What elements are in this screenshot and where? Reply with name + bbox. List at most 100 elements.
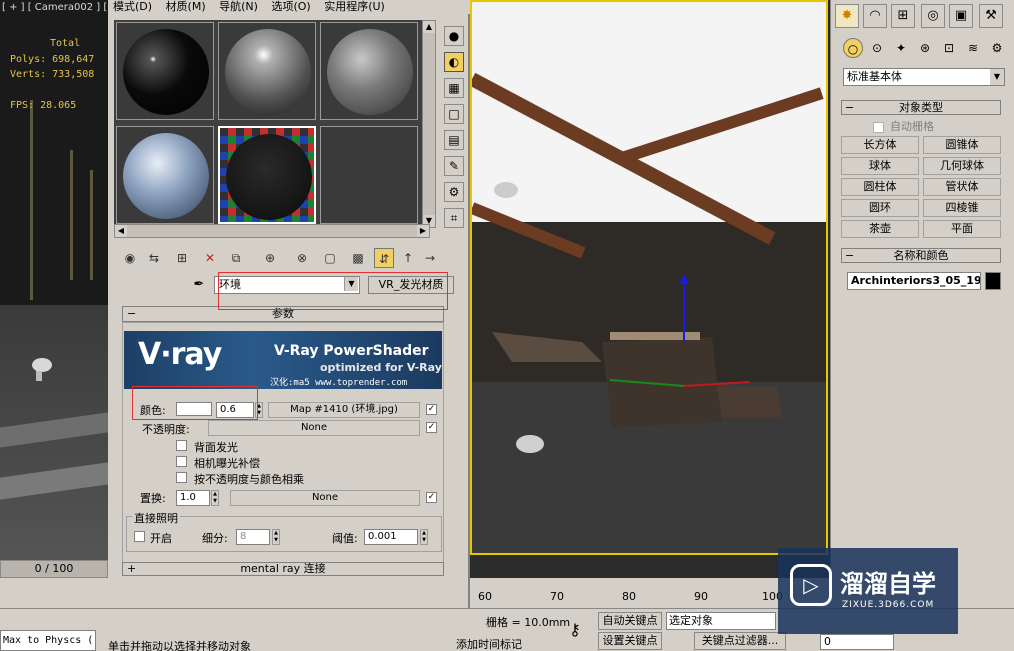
video-color-check-icon[interactable]: ▤ bbox=[444, 130, 464, 150]
box-button[interactable]: 长方体 bbox=[841, 136, 919, 154]
helpers-icon[interactable]: ⊡ bbox=[939, 38, 959, 58]
assign-to-selection-icon[interactable]: ⊞ bbox=[172, 248, 192, 268]
current-frame-field[interactable]: 0 bbox=[820, 634, 894, 650]
track-bar[interactable] bbox=[0, 578, 108, 608]
sphere-button[interactable]: 球体 bbox=[841, 157, 919, 175]
direct-on-checkbox[interactable] bbox=[134, 531, 145, 542]
shapes-icon[interactable]: ⊙ bbox=[867, 38, 887, 58]
put-to-library-icon[interactable]: ⊗ bbox=[292, 248, 312, 268]
create-tab-icon[interactable]: ✸ bbox=[835, 4, 859, 28]
displace-map-checkbox[interactable]: ✓ bbox=[426, 492, 437, 503]
material-slot-selected[interactable] bbox=[218, 126, 316, 224]
vray-subtitle: optimized for V-Ray bbox=[320, 361, 442, 374]
display-tab-icon[interactable]: ▣ bbox=[949, 4, 973, 28]
systems-icon[interactable]: ⚙ bbox=[987, 38, 1007, 58]
material-slot[interactable] bbox=[116, 22, 214, 120]
opacity-map-button[interactable]: None bbox=[208, 420, 420, 436]
selection-dropdown[interactable]: 选定对象 bbox=[666, 612, 776, 630]
tube-button[interactable]: 管状体 bbox=[923, 178, 1001, 196]
key-filters-button[interactable]: 关键点过滤器... bbox=[694, 632, 786, 650]
sample-type-icon[interactable]: ● bbox=[444, 26, 464, 46]
color-map-checkbox[interactable]: ✓ bbox=[426, 404, 437, 415]
exposure-checkbox[interactable] bbox=[176, 456, 187, 467]
time-slider[interactable]: 0 / 100 bbox=[0, 560, 108, 578]
displace-spinner[interactable]: ▲ ▼ bbox=[211, 490, 219, 506]
make-unique-icon[interactable]: ⊕ bbox=[260, 248, 280, 268]
space-warps-icon[interactable]: ≋ bbox=[963, 38, 983, 58]
background-checker-icon[interactable]: ▦ bbox=[444, 78, 464, 98]
put-to-scene-icon[interactable]: ⇆ bbox=[144, 248, 164, 268]
menu-mode[interactable]: 模式(D) bbox=[108, 0, 157, 14]
grid-info: 栅格 = 10.0mm bbox=[486, 616, 571, 629]
backlight-icon[interactable]: ◐ bbox=[444, 52, 464, 72]
object-name-field[interactable]: Archinteriors3_05_19: bbox=[847, 272, 981, 290]
mental-ray-rollout[interactable]: + mental ray 连接 bbox=[122, 562, 444, 576]
menu-options[interactable]: 选项(O) bbox=[266, 0, 315, 14]
sample-uv-tiling-icon[interactable]: □ bbox=[444, 104, 464, 124]
viewport-label[interactable]: [ + ] [ Camera002 ] [ bbox=[2, 2, 107, 13]
object-type-rollout[interactable]: − 对象类型 bbox=[841, 100, 1001, 115]
scroll-left-icon[interactable]: ◀ bbox=[115, 225, 127, 237]
menu-navigation[interactable]: 导航(N) bbox=[214, 0, 263, 14]
material-slot[interactable] bbox=[218, 22, 316, 120]
go-to-parent-icon[interactable]: ↑ bbox=[398, 248, 418, 268]
cameras-icon[interactable]: ⊛ bbox=[915, 38, 935, 58]
viewport-camera[interactable] bbox=[470, 0, 828, 555]
get-material-icon[interactable]: ◉ bbox=[120, 248, 140, 268]
menu-utilities[interactable]: 实用程序(U) bbox=[319, 0, 390, 14]
teapot-button[interactable]: 茶壶 bbox=[841, 220, 919, 238]
material-slot[interactable] bbox=[320, 22, 418, 120]
utilities-tab-icon[interactable]: ⚒ bbox=[979, 4, 1003, 28]
make-preview-icon[interactable]: ✎ bbox=[444, 156, 464, 176]
go-forward-sibling-icon[interactable]: → bbox=[420, 248, 440, 268]
autogrid-checkbox[interactable] bbox=[873, 121, 884, 133]
subdiv-spinner[interactable]: ▲ ▼ bbox=[272, 529, 280, 545]
set-key-button[interactable]: 设置关键点 bbox=[598, 632, 662, 650]
add-time-tag[interactable]: 添加时间标记 bbox=[456, 636, 522, 651]
threshold-field[interactable]: 0.001 bbox=[364, 529, 418, 545]
show-map-in-viewport-icon[interactable]: ▩ bbox=[348, 248, 368, 268]
scroll-up-icon[interactable]: ▲ bbox=[423, 21, 435, 33]
cone-button[interactable]: 圆锥体 bbox=[923, 136, 1001, 154]
menu-material[interactable]: 材质(M) bbox=[161, 0, 211, 14]
key-icon[interactable]: ⚷ bbox=[560, 620, 590, 642]
displace-field[interactable]: 1.0 bbox=[176, 490, 210, 506]
name-color-rollout[interactable]: − 名称和颜色 bbox=[841, 248, 1001, 263]
material-slot[interactable] bbox=[320, 126, 418, 224]
reset-material-icon[interactable]: ✕ bbox=[200, 248, 220, 268]
scroll-right-icon[interactable]: ▶ bbox=[417, 225, 429, 237]
material-id-channel-icon[interactable]: ▢ bbox=[320, 248, 340, 268]
multiply-opacity-checkbox[interactable] bbox=[176, 472, 187, 483]
eyedropper-icon[interactable]: ✒ bbox=[190, 276, 208, 294]
displace-map-button[interactable]: None bbox=[230, 490, 420, 506]
viewport-left[interactable]: [ + ] [ Camera002 ] [ Total Polys: 698,6… bbox=[0, 0, 108, 565]
plane-button[interactable]: 平面 bbox=[923, 220, 1001, 238]
backside-checkbox[interactable] bbox=[176, 440, 187, 451]
show-end-result-icon[interactable]: ⇵ bbox=[374, 248, 394, 268]
options-icon[interactable]: ⚙ bbox=[444, 182, 464, 202]
geosphere-button[interactable]: 几何球体 bbox=[923, 157, 1001, 175]
torus-button[interactable]: 圆环 bbox=[841, 199, 919, 217]
hierarchy-tab-icon[interactable]: ⊞ bbox=[891, 4, 915, 28]
material-slot[interactable] bbox=[116, 126, 214, 224]
select-by-material-icon[interactable]: ⌗ bbox=[444, 208, 464, 228]
copy-material-icon[interactable]: ⧉ bbox=[226, 248, 246, 268]
auto-key-button[interactable]: 自动关键点 bbox=[598, 612, 662, 630]
opacity-map-checkbox[interactable]: ✓ bbox=[426, 422, 437, 433]
motion-tab-icon[interactable]: ◎ bbox=[921, 4, 945, 28]
maxscript-listener[interactable]: Max to Physcs ( bbox=[0, 630, 96, 651]
chevron-down-icon[interactable]: ▼ bbox=[990, 69, 1004, 85]
geometry-icon[interactable]: ○ bbox=[843, 38, 863, 58]
category-dropdown[interactable]: 标准基本体 ▼ bbox=[843, 68, 1005, 86]
slots-vertical-scrollbar[interactable]: ▲ ▼ bbox=[422, 20, 436, 228]
lights-icon[interactable]: ✦ bbox=[891, 38, 911, 58]
slots-horizontal-scrollbar[interactable]: ◀ ▶ bbox=[114, 224, 430, 238]
subdiv-field[interactable]: 8 bbox=[236, 529, 270, 545]
pyramid-button[interactable]: 四棱锥 bbox=[923, 199, 1001, 217]
sample-side-toolbar: ● ◐ ▦ □ ▤ ✎ ⚙ ⌗ bbox=[440, 20, 468, 230]
color-map-button[interactable]: Map #1410 (环境.jpg) bbox=[268, 402, 420, 418]
object-color-swatch[interactable] bbox=[985, 272, 1001, 290]
modify-tab-icon[interactable]: ◠ bbox=[863, 4, 887, 28]
cylinder-button[interactable]: 圆柱体 bbox=[841, 178, 919, 196]
threshold-spinner[interactable]: ▲ ▼ bbox=[420, 529, 428, 545]
